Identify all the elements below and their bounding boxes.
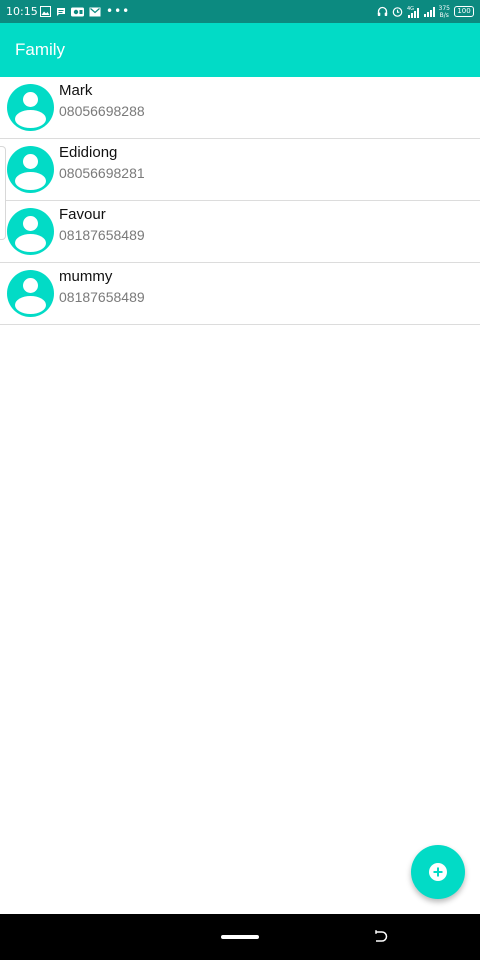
add-circle-icon (429, 863, 447, 881)
network-speed: 375 B/s (439, 5, 450, 19)
message-icon (56, 7, 66, 17)
contact-name: Mark (59, 82, 93, 99)
contact-phone: 08056698288 (59, 103, 145, 119)
contact-row[interactable]: Favour 08187658489 (0, 201, 480, 263)
contact-phone: 08187658489 (59, 227, 145, 243)
network-speed-unit: B/s (439, 11, 449, 19)
contact-phone: 08056698281 (59, 165, 145, 181)
app-bar: Family (0, 23, 480, 77)
contact-list: Mark 08056698288 Edidiong 08056698281 Fa… (0, 77, 480, 325)
avatar-icon (7, 84, 54, 131)
avatar-icon (7, 146, 54, 193)
svg-text:4G: 4G (407, 6, 414, 12)
screen: 10:15 ••• 4G 375 B/s 100 Family Mark 080… (0, 0, 480, 960)
edge-panel-handle[interactable] (0, 146, 6, 240)
more-notifications-indicator: ••• (106, 4, 131, 18)
headphones-icon (377, 6, 388, 17)
avatar-icon (7, 270, 54, 317)
status-time: 10:15 (6, 5, 38, 18)
contact-row[interactable]: mummy 08187658489 (0, 263, 480, 325)
video-icon (71, 7, 84, 17)
navigation-bar (0, 914, 480, 960)
contact-row[interactable]: Mark 08056698288 (0, 77, 480, 139)
alarm-icon (392, 6, 403, 17)
home-pill[interactable] (221, 935, 259, 939)
contact-phone: 08187658489 (59, 289, 145, 305)
mail-icon (89, 7, 101, 17)
contact-name: mummy (59, 268, 113, 285)
network-speed-value: 375 (438, 4, 450, 12)
contact-name: Edidiong (59, 144, 118, 161)
page-title: Family (15, 40, 66, 59)
signal-icon (423, 6, 435, 17)
avatar-icon (7, 208, 54, 255)
battery-icon: 100 (454, 6, 474, 17)
add-contact-button[interactable] (411, 845, 465, 899)
contact-name: Favour (59, 206, 106, 223)
signal-4g-icon: 4G (407, 5, 420, 18)
image-icon (40, 6, 51, 17)
status-notification-icons: ••• (40, 5, 130, 18)
back-icon[interactable] (372, 929, 389, 946)
status-system-icons: 4G 375 B/s 100 (377, 4, 474, 19)
battery-level: 100 (457, 7, 471, 15)
contact-row[interactable]: Edidiong 08056698281 (0, 139, 480, 201)
status-bar: 10:15 ••• 4G 375 B/s 100 (0, 0, 480, 23)
